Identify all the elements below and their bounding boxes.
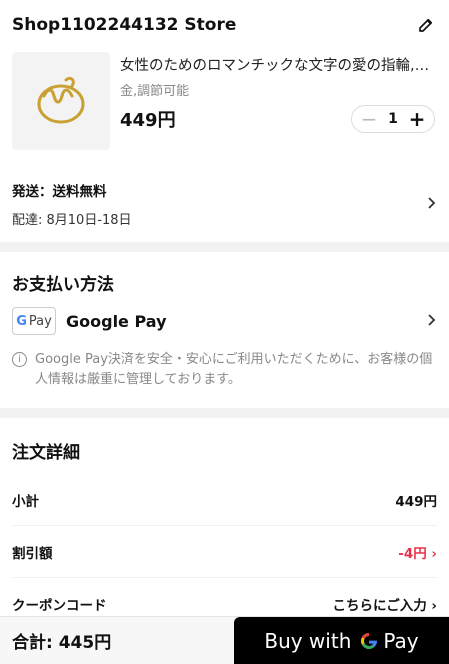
buy-prefix-label: Buy with xyxy=(264,628,352,653)
google-g-icon: G xyxy=(16,313,27,329)
payment-method-row[interactable]: G Pay Google Pay xyxy=(12,306,437,336)
payment-note-text: Google Pay決済を安全・安心にご利用いただくために、お客様の個人情報は厳… xyxy=(35,352,433,387)
discount-row[interactable]: 割引額 -4円 › xyxy=(12,526,437,578)
buy-with-google-pay-button[interactable]: Buy with Pay xyxy=(234,616,449,664)
checkout-bar: 合計: 445円 Buy with Pay xyxy=(0,616,449,664)
payment-section: お支払い方法 G Pay Google Pay i Google Pay決済を安全… xyxy=(0,252,449,408)
product-image[interactable] xyxy=(12,52,110,150)
buy-suffix-label: Pay xyxy=(383,628,419,653)
chevron-right-icon xyxy=(427,195,437,214)
coupon-value: こちらにご入力 › xyxy=(332,598,438,614)
quantity-value: 1 xyxy=(388,111,398,127)
info-icon: i xyxy=(12,352,27,367)
decrease-quantity-button[interactable]: − xyxy=(360,109,378,129)
store-name: Shop1102244132 Store xyxy=(12,15,237,35)
product-row: 女性のためのロマンチックな文字の愛の指輪,幾何学的なデザイン 金,調節可能 44… xyxy=(0,50,449,154)
order-total: 合計: 445円 xyxy=(12,633,112,653)
store-header: Shop1102244132 Store xyxy=(0,0,449,50)
chevron-right-icon xyxy=(427,312,437,331)
discount-label: 割引額 xyxy=(12,545,53,562)
product-variant: 金,調節可能 xyxy=(120,84,190,99)
product-price: 449円 xyxy=(120,110,176,131)
increase-quantity-button[interactable]: + xyxy=(408,109,426,129)
shipping-title: 発送：送料無料 xyxy=(12,184,107,200)
delivery-date: 配達: 8月10日-18日 xyxy=(12,213,132,228)
subtotal-label: 小計 xyxy=(12,493,39,510)
product-title[interactable]: 女性のためのロマンチックな文字の愛の指輪,幾何学的なデザイン xyxy=(120,54,437,75)
section-divider xyxy=(0,408,449,418)
subtotal-value: 449円 xyxy=(395,493,437,510)
payment-method-name: Google Pay xyxy=(66,311,167,331)
quantity-stepper: − 1 + xyxy=(351,105,435,133)
edit-pencil-icon[interactable] xyxy=(415,14,437,36)
google-g-logo-icon xyxy=(359,631,379,651)
store-section: Shop1102244132 Store 女性のためのロマンチックな文字の愛の指… xyxy=(0,0,449,242)
pay-badge-label: Pay xyxy=(28,313,52,329)
subtotal-row: 小計 449円 xyxy=(12,474,437,526)
order-details-section: 注文詳細 小計 449円 割引額 -4円 › クーポンコード こちらにご入力 › xyxy=(0,418,449,630)
coupon-label: クーポンコード xyxy=(12,598,107,614)
product-info: 女性のためのロマンチックな文字の愛の指輪,幾何学的なデザイン 金,調節可能 44… xyxy=(120,52,437,154)
google-pay-badge-icon: G Pay xyxy=(12,307,56,335)
section-divider xyxy=(0,242,449,252)
payment-heading: お支払い方法 xyxy=(12,275,114,295)
discount-value: -4円 › xyxy=(398,545,437,562)
payment-note: i Google Pay決済を安全・安心にご利用いただくために、お客様の個人情報… xyxy=(12,350,437,408)
order-heading: 注文詳細 xyxy=(12,443,80,463)
shipping-row[interactable]: 発送：送料無料 配達: 8月10日-18日 xyxy=(0,154,449,242)
